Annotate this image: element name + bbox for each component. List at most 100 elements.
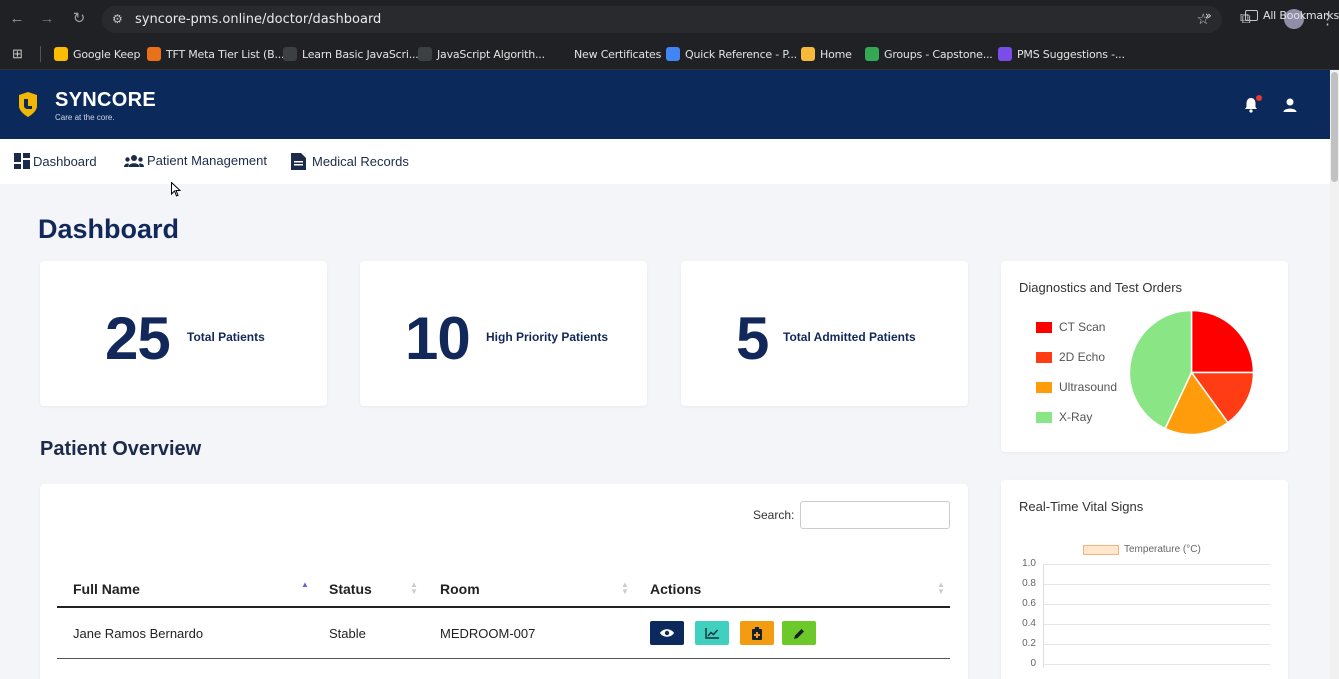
table-header-divider (57, 606, 950, 608)
bookmark-item[interactable]: JavaScript Algorith... (418, 46, 545, 62)
pie-legend-item[interactable]: X-Ray (1036, 410, 1092, 424)
legend-label: 2D Echo (1059, 350, 1106, 364)
y-tick-label: 0.2 (1022, 638, 1036, 649)
legend-label: X-Ray (1059, 410, 1093, 424)
y-tick-label: 0.4 (1022, 618, 1036, 629)
y-gridline (1043, 604, 1270, 605)
temperature-legend-label: Temperature (°C) (1124, 544, 1201, 555)
stat-value: 25 (105, 305, 171, 372)
bookmark-item[interactable]: New Certificates (555, 46, 661, 62)
sort-ascending-icon[interactable]: ▲ (301, 581, 309, 589)
syncore-logo-icon (19, 92, 37, 117)
bookmark-item[interactable]: PMS Suggestions -... (998, 46, 1125, 62)
clipboard-icon (752, 626, 762, 640)
apps-icon[interactable]: ⊞ (12, 46, 23, 62)
bookmark-favicon-icon (147, 47, 161, 61)
y-tick-label: 0.6 (1022, 598, 1036, 609)
sort-icon[interactable]: ▲ ▼ (937, 581, 945, 596)
diagnostics-pie-chart (1128, 309, 1255, 436)
nav-medical-records[interactable]: Medical Records (291, 153, 409, 170)
bookmark-favicon-icon (801, 47, 815, 61)
patient-room-cell: MEDROOM-007 (440, 626, 536, 641)
nav-patient-management[interactable]: Patient Management (124, 153, 267, 168)
bookmark-item[interactable]: TFT Meta Tier List (B... (147, 46, 285, 62)
column-header-status[interactable]: Status (329, 581, 372, 597)
y-gridline (1043, 664, 1270, 665)
address-bar[interactable]: ⚙ syncore-pms.online/doctor/dashboard ☆ (102, 6, 1222, 33)
bookmark-label: Google Keep (73, 47, 141, 61)
bookmark-item[interactable]: Home (801, 46, 852, 62)
y-gridline (1043, 584, 1270, 585)
back-icon[interactable]: ← (8, 10, 26, 28)
nav-dashboard-label: Dashboard (33, 153, 97, 169)
chart-icon (705, 627, 719, 639)
user-profile-icon[interactable] (1281, 96, 1299, 114)
y-tick-label: 1.0 (1022, 558, 1036, 569)
sort-icon[interactable]: ▲ ▼ (621, 581, 629, 596)
bookmark-label: New Certificates (574, 47, 662, 61)
main-nav: Dashboard Patient Management Medical Rec… (0, 139, 1330, 184)
bookmark-item[interactable]: Quick Reference - P... (666, 46, 797, 62)
stat-label: High Priority Patients (486, 330, 609, 344)
stat-card-admitted: 5 Total Admitted Patients (681, 261, 968, 406)
bookmark-label: Learn Basic JavaScri... (302, 47, 419, 61)
bookmark-item[interactable]: Learn Basic JavaScri... (283, 46, 419, 62)
bookmark-favicon-icon (54, 47, 68, 61)
column-header-room[interactable]: Room (440, 581, 480, 597)
temperature-legend-swatch[interactable] (1083, 545, 1119, 555)
legend-label: Ultrasound (1059, 380, 1118, 394)
patient-search-input[interactable] (800, 501, 950, 529)
section-title-patient-overview: Patient Overview (40, 438, 202, 460)
brand-tagline: Care at the core. (55, 113, 115, 122)
stat-card-high-priority: 10 High Priority Patients (360, 261, 647, 406)
more-bookmarks-icon[interactable]: » (1205, 7, 1212, 23)
pie-legend-item[interactable]: Ultrasound (1036, 380, 1117, 394)
edit-patient-button[interactable] (782, 621, 816, 645)
nav-medical-records-label: Medical Records (312, 154, 409, 169)
stat-value: 10 (405, 305, 471, 372)
legend-swatch (1036, 351, 1052, 363)
diagnostics-title: Diagnostics and Test Orders (1019, 280, 1183, 295)
y-tick-label: 0.8 (1022, 578, 1036, 589)
bookmark-label: Groups - Capstone... (884, 47, 993, 61)
medical-record-button[interactable] (740, 621, 774, 645)
nav-patient-management-label: Patient Management (147, 153, 267, 168)
vitals-chart-button[interactable] (695, 621, 729, 645)
brand-name: SYNCORE (55, 89, 157, 111)
all-bookmarks-folder[interactable]: All Bookmarks (1245, 7, 1339, 23)
bookmark-favicon-icon (418, 47, 432, 61)
users-icon (124, 154, 144, 167)
vitals-card: Real-Time Vital Signs (1001, 480, 1288, 679)
forward-icon[interactable]: → (38, 10, 56, 28)
bookmark-label: TFT Meta Tier List (B... (166, 47, 285, 61)
document-icon (291, 153, 306, 170)
sort-icon[interactable]: ▲ ▼ (410, 581, 418, 596)
y-axis-line (1043, 564, 1044, 668)
y-tick-label: 0 (1030, 658, 1036, 669)
bookmark-item[interactable]: Groups - Capstone... (865, 46, 993, 62)
bookmark-item[interactable]: Google Keep (54, 46, 140, 62)
bookmark-favicon-icon (555, 47, 569, 61)
browser-toolbar: ← → ↻ ⚙ syncore-pms.online/doctor/dashbo… (0, 0, 1339, 39)
site-info-icon[interactable]: ⚙ (112, 11, 128, 27)
column-header-actions[interactable]: Actions (650, 581, 701, 597)
nav-dashboard[interactable]: Dashboard (14, 153, 97, 169)
column-header-full-name[interactable]: Full Name (73, 581, 140, 597)
reload-icon[interactable]: ↻ (70, 10, 88, 28)
stat-label: Total Admitted Patients (783, 330, 916, 344)
pie-legend-item[interactable]: 2D Echo (1036, 350, 1105, 364)
stat-card-total-patients: 25 Total Patients (40, 261, 327, 406)
bookmark-favicon-icon (283, 47, 297, 61)
search-label: Search: (753, 508, 795, 522)
patient-name-cell: Jane Ramos Bernardo (73, 626, 204, 641)
bookmark-favicon-icon (998, 47, 1012, 61)
notification-dot (1256, 95, 1262, 101)
pie-legend-item[interactable]: CT Scan (1036, 320, 1105, 334)
legend-label: CT Scan (1059, 320, 1106, 334)
pie-slice-ct-scan[interactable] (1190, 309, 1255, 374)
dashboard-icon (14, 153, 30, 169)
legend-swatch (1036, 321, 1052, 333)
view-patient-button[interactable] (650, 621, 684, 645)
scrollbar-thumb[interactable] (1331, 72, 1338, 182)
bookmark-label: Home (820, 47, 852, 61)
